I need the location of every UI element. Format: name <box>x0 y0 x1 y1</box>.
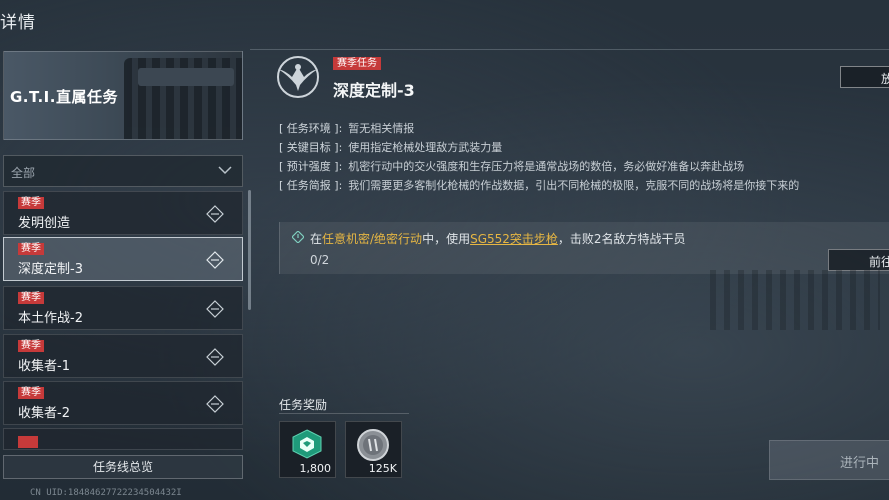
in-progress-label: 进行中 <box>840 456 880 471</box>
info-row-environment: [ 任务环境 ]: 暂无相关情报 <box>279 120 414 136</box>
rewards-divider <box>279 413 409 414</box>
weapon-link[interactable]: SG552突击步枪 <box>470 232 558 246</box>
track-diamond-icon <box>206 300 224 318</box>
background-weapon-art <box>710 270 880 330</box>
mission-name: 发明创造 <box>18 216 71 231</box>
info-value: 使用指定枪械处理敌方武装力量 <box>348 141 503 154</box>
player-uid: CN UID:18484627722234504432I <box>30 488 182 498</box>
weapon-case-image <box>124 58 242 139</box>
season-mission-tag: 赛季任务 <box>333 57 381 70</box>
objective-diamond-icon <box>292 231 304 243</box>
mission-filter-dropdown[interactable]: 全部 <box>3 155 243 187</box>
chevron-down-icon <box>218 166 232 175</box>
banner-title: G.T.I.直属任务 <box>10 88 118 106</box>
season-tag: 赛季 <box>18 340 44 352</box>
objective-text: 在任意机密/绝密行动中，使用SG552突击步枪，击败2名敌方特战干员 <box>310 230 686 247</box>
reward-quantity: 1,800 <box>299 462 332 475</box>
mission-item-invention[interactable]: 赛季 发明创造 <box>3 191 243 235</box>
season-tag: 赛季 <box>18 197 44 209</box>
info-value: 我们需要更多客制化枪械的作战数据，引出不同枪械的极限，克服不同的战场将是你接下来… <box>348 179 800 192</box>
header-divider <box>250 49 889 50</box>
season-tag: 赛季 <box>18 243 44 255</box>
filter-selected-value: 全部 <box>11 166 36 180</box>
goto-button-label: 前往 <box>869 255 889 269</box>
info-row-briefing: [ 任务简报 ]: 我们需要更多客制化枪械的作战数据，引出不同枪械的极限，克服不同… <box>279 177 799 193</box>
gti-eagle-emblem-icon <box>277 56 319 98</box>
mission-item-deep-custom-3[interactable]: 赛季 深度定制-3 <box>3 237 243 281</box>
mission-line-banner: G.T.I.直属任务 <box>3 51 243 140</box>
page-title: 详情 <box>0 13 36 33</box>
objective-middle: 中，使用 <box>422 232 471 246</box>
green-badge-icon <box>292 429 322 459</box>
mission-item-collector-1[interactable]: 赛季 收集者-1 <box>3 334 243 378</box>
objective-suffix: ，击败2名敌方特战干员 <box>557 232 686 246</box>
mission-objective: 在任意机密/绝密行动中，使用SG552突击步枪，击败2名敌方特战干员 0/2 <box>279 222 889 274</box>
track-diamond-icon <box>206 251 224 269</box>
mission-title: 深度定制-3 <box>333 81 415 100</box>
overview-button-label: 任务线总览 <box>92 460 153 474</box>
abandon-button[interactable]: 放 <box>840 66 889 88</box>
track-diamond-icon <box>206 395 224 413</box>
objective-progress: 0/2 <box>310 253 330 267</box>
season-tag: 赛季 <box>18 292 44 304</box>
season-tag-partial <box>18 436 38 448</box>
mission-item-partial[interactable] <box>3 428 243 450</box>
info-key: [ 预计强度 ]: <box>279 160 343 173</box>
info-row-intensity: [ 预计强度 ]: 机密行动中的交火强度和生存压力将是通常战场的数倍，务必做好准备… <box>279 158 744 174</box>
rewards-title: 任务奖励 <box>279 398 328 412</box>
season-tag: 赛季 <box>18 387 44 399</box>
silver-coin-icon <box>357 429 389 461</box>
track-diamond-icon <box>206 205 224 223</box>
objective-prefix: 在 <box>310 232 323 246</box>
info-row-key-target: [ 关键目标 ]: 使用指定枪械处理敌方武装力量 <box>279 139 502 155</box>
mission-item-home-battle-2[interactable]: 赛季 本土作战-2 <box>3 286 243 330</box>
mission-line-overview-button[interactable]: 任务线总览 <box>3 455 243 479</box>
mission-list-scrollbar[interactable] <box>248 190 251 310</box>
info-value: 机密行动中的交火强度和生存压力将是通常战场的数倍，务必做好准备以奔赴战场 <box>348 160 745 173</box>
info-key: [ 任务简报 ]: <box>279 179 343 192</box>
abandon-button-label: 放 <box>881 72 889 86</box>
mission-name: 深度定制-3 <box>18 262 83 277</box>
info-key: [ 任务环境 ]: <box>279 122 343 135</box>
mission-item-collector-2[interactable]: 赛季 收集者-2 <box>3 381 243 425</box>
mission-name: 本土作战-2 <box>18 311 83 326</box>
track-diamond-icon <box>206 348 224 366</box>
mission-name: 收集者-1 <box>18 359 70 374</box>
goto-button[interactable]: 前往 <box>828 249 889 271</box>
mission-name: 收集者-2 <box>18 406 70 421</box>
reward-item[interactable]: 1,800 <box>279 421 336 478</box>
reward-item[interactable]: 125K <box>345 421 402 478</box>
info-value: 暂无相关情报 <box>348 122 415 135</box>
reward-quantity: 125K <box>368 462 397 475</box>
in-progress-button[interactable]: 进行中 <box>769 440 889 480</box>
objective-mode: 任意机密/绝密行动 <box>322 232 423 246</box>
info-key: [ 关键目标 ]: <box>279 141 343 154</box>
